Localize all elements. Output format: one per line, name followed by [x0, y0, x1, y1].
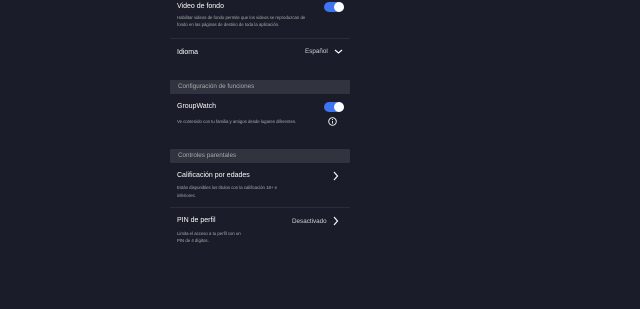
toggle-knob: [334, 102, 344, 112]
background-video-description-line1: Habilitar videos de fondo permite que lo…: [177, 15, 306, 20]
profile-pin-value: Desactivado: [292, 218, 327, 225]
chevron-right-icon[interactable]: [332, 171, 339, 181]
parental-controls-section-title: Controles parentales: [178, 152, 237, 159]
info-icon[interactable]: [328, 117, 337, 126]
age-rating-description-line2: inferiores.: [177, 193, 196, 198]
features-section-title: Configuración de funciones: [178, 83, 255, 90]
background-video-description-line2: fondo en las páginas de destino de toda …: [177, 22, 280, 27]
groupwatch-label: GroupWatch: [177, 103, 217, 110]
chevron-right-icon[interactable]: [332, 216, 339, 226]
groupwatch-setting: GroupWatch Ve contenido con tu familia y…: [170, 96, 350, 132]
age-rating-description-line1: Están disponibles los títulos con la cal…: [177, 185, 277, 190]
background-video-setting: Video de fondo Habilitar videos de fondo…: [170, 0, 350, 38]
profile-pin-label: PIN de perfil: [177, 217, 216, 224]
profile-pin-description-line1: Limita el acceso a tu perfil con un: [177, 231, 241, 236]
age-rating-setting[interactable]: Calificación por edades Están disponible…: [170, 165, 350, 207]
background-video-toggle[interactable]: [324, 2, 344, 12]
groupwatch-description: Ve contenido con tu familia y amigos des…: [177, 119, 297, 124]
language-label: Idioma: [177, 49, 199, 56]
language-setting[interactable]: Idioma Español: [170, 39, 350, 65]
groupwatch-toggle[interactable]: [324, 102, 344, 112]
age-rating-label: Calificación por edades: [177, 172, 250, 179]
chevron-down-icon[interactable]: [334, 48, 343, 55]
settings-panel: Video de fondo Habilitar videos de fondo…: [170, 0, 350, 309]
toggle-knob: [334, 2, 344, 12]
profile-pin-description-line2: PIN de 4 dígitos.: [177, 238, 209, 243]
language-value: Español: [305, 48, 328, 55]
background-video-label: Video de fondo: [177, 3, 224, 10]
parental-controls-section-header: Controles parentales: [170, 149, 350, 163]
features-section-header: Configuración de funciones: [170, 80, 350, 94]
profile-pin-setting[interactable]: PIN de perfil Desactivado Limita el acce…: [170, 208, 350, 253]
